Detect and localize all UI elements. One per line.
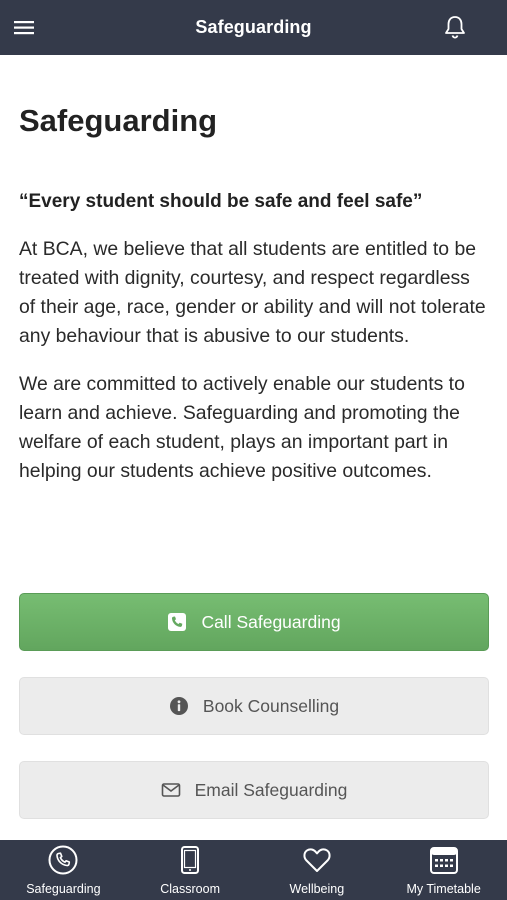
email-safeguarding-button[interactable]: Email Safeguarding <box>19 761 489 819</box>
phone-square-icon <box>168 613 187 631</box>
tab-safeguarding[interactable]: Safeguarding <box>0 840 127 900</box>
book-counselling-label: Book Counselling <box>202 695 340 716</box>
call-safeguarding-button[interactable]: Call Safeguarding <box>19 593 489 651</box>
tab-my-timetable[interactable]: My Timetable <box>380 840 507 900</box>
commitment-paragraph: We are committed to actively enable our … <box>19 373 465 482</box>
safeguarding-quote: “Every student should be safe and feel s… <box>19 191 423 212</box>
email-safeguarding-label: Email Safeguarding <box>194 779 348 800</box>
envelope-icon <box>161 783 180 797</box>
call-safeguarding-label: Call Safeguarding <box>201 611 341 632</box>
phone-circle-icon <box>48 845 78 875</box>
header-title: Safeguarding <box>195 17 312 37</box>
bell-icon[interactable] <box>441 13 469 41</box>
tab-wellbeing[interactable]: Wellbeing <box>254 840 381 900</box>
heart-icon <box>303 848 331 872</box>
calendar-icon <box>429 847 458 874</box>
bottom-tab-bar: Safeguarding Classroom Wellbeing My Time… <box>0 840 507 900</box>
tab-wellbeing-label: Wellbeing <box>289 882 345 896</box>
info-circle-icon <box>169 697 188 715</box>
book-counselling-button[interactable]: Book Counselling <box>19 677 489 735</box>
tab-my-timetable-label: My Timetable <box>406 882 481 896</box>
page-title: Safeguarding <box>19 103 218 138</box>
tablet-icon <box>181 846 200 874</box>
tab-safeguarding-label: Safeguarding <box>26 882 101 896</box>
tab-classroom[interactable]: Classroom <box>127 840 254 900</box>
top-app-bar: Safeguarding <box>0 0 507 55</box>
hamburger-menu-icon[interactable] <box>12 15 38 41</box>
intro-paragraph: At BCA, we believe that all students are… <box>19 238 486 347</box>
tab-classroom-label: Classroom <box>160 882 220 896</box>
